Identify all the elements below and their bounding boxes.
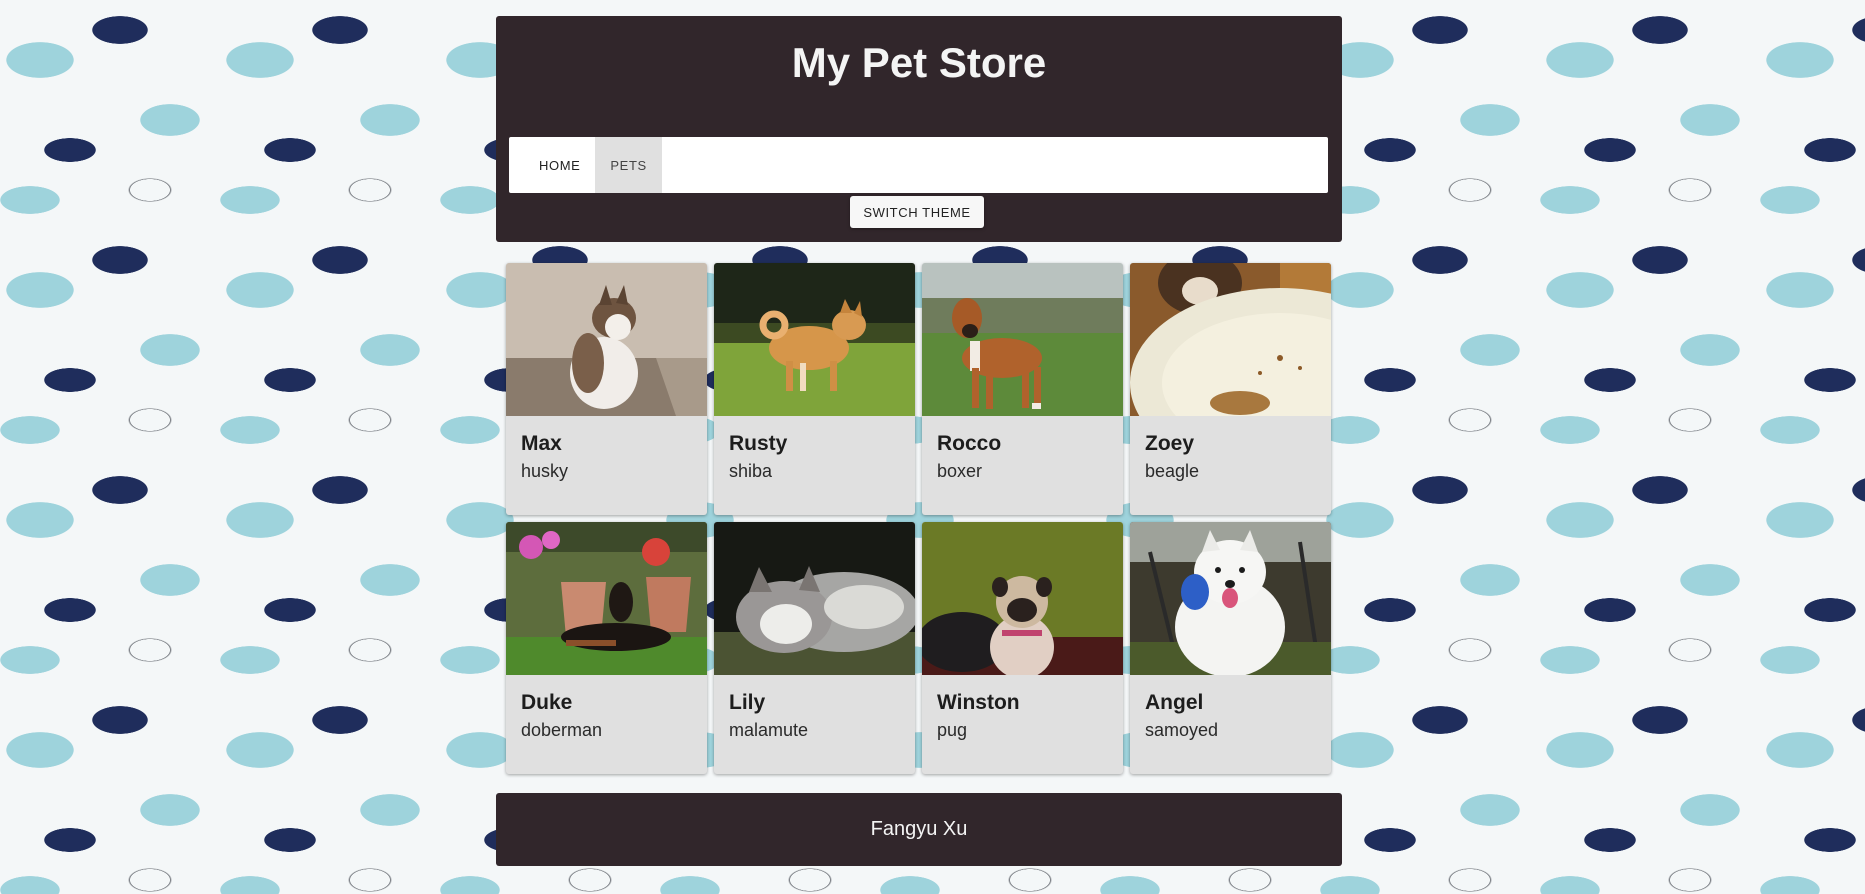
footer-author: Fangyu Xu bbox=[870, 818, 968, 840]
pet-card-zoey[interactable]: Zoey beagle bbox=[1130, 263, 1331, 515]
pet-breed: boxer bbox=[937, 461, 983, 481]
pet-photo-max bbox=[506, 263, 707, 416]
pet-photo-zoey bbox=[1130, 263, 1331, 416]
pet-name: Winston bbox=[937, 691, 1020, 714]
pet-photo-angel bbox=[1130, 522, 1331, 675]
pet-breed: malamute bbox=[729, 720, 809, 740]
pet-name: Lily bbox=[729, 691, 766, 714]
pet-name: Angel bbox=[1145, 691, 1204, 714]
pet-card-duke[interactable]: Duke doberman bbox=[506, 522, 707, 774]
pet-photo-lily bbox=[714, 522, 915, 675]
page-container: My Pet Store HOME PETS SWITCH THEME Max … bbox=[496, 16, 1342, 866]
site-title: My Pet Store bbox=[791, 39, 1047, 86]
pet-photo-duke bbox=[506, 522, 707, 675]
pet-photo-winston bbox=[922, 522, 1123, 675]
pet-breed: pug bbox=[937, 720, 968, 740]
switch-theme-button[interactable]: SWITCH THEME bbox=[850, 196, 984, 228]
pet-card-lily[interactable]: Lily malamute bbox=[714, 522, 915, 774]
nav-tab-home[interactable]: HOME bbox=[524, 137, 595, 193]
pet-breed: samoyed bbox=[1145, 720, 1219, 740]
pet-breed: beagle bbox=[1145, 461, 1200, 481]
pet-card-rusty[interactable]: Rusty shiba bbox=[714, 263, 915, 515]
pet-name: Max bbox=[521, 432, 562, 455]
pet-card-winston[interactable]: Winston pug bbox=[922, 522, 1123, 774]
site-header: My Pet Store HOME PETS SWITCH THEME bbox=[496, 16, 1342, 242]
pet-photo-rocco bbox=[922, 263, 1123, 416]
pet-card-max[interactable]: Max husky bbox=[506, 263, 707, 515]
nav-tab-pets[interactable]: PETS bbox=[595, 137, 662, 193]
pet-name: Rocco bbox=[937, 432, 1002, 455]
pet-breed: shiba bbox=[729, 461, 773, 481]
pet-breed: doberman bbox=[521, 720, 603, 740]
pet-name: Zoey bbox=[1145, 432, 1195, 455]
pet-card-angel[interactable]: Angel samoyed bbox=[1130, 522, 1331, 774]
pet-grid: Max husky Rusty shiba Rocco boxer Zoey b… bbox=[506, 263, 1342, 774]
pet-card-rocco[interactable]: Rocco boxer bbox=[922, 263, 1123, 515]
site-footer: Fangyu Xu bbox=[496, 793, 1342, 866]
pet-photo-rusty bbox=[714, 263, 915, 416]
pet-breed: husky bbox=[521, 461, 569, 481]
nav-bar: HOME PETS bbox=[509, 137, 1328, 193]
pet-name: Duke bbox=[521, 691, 573, 714]
pet-name: Rusty bbox=[729, 432, 788, 455]
